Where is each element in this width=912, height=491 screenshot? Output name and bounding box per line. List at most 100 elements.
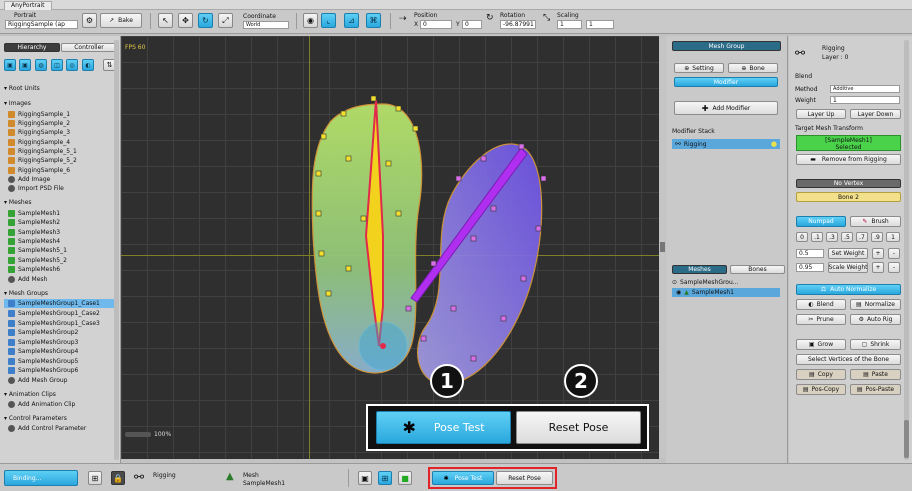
add-image-item[interactable]: Add Image [8, 175, 50, 184]
list-item[interactable]: SampleMesh6 [8, 265, 60, 274]
reset-pose-button[interactable]: Reset Pose [496, 471, 553, 485]
view-toggle-icon-1[interactable]: ▣ [358, 471, 372, 485]
tab-bones[interactable]: Bones [730, 265, 785, 274]
select-vertices-button[interactable]: Select Vertices of the Bone [796, 354, 901, 365]
zoom-slider[interactable] [125, 432, 151, 437]
filter-icon-1[interactable]: ▣ [4, 59, 16, 71]
list-item[interactable]: SampleMeshGroup1_Case3 [8, 319, 100, 328]
bone-button[interactable]: ⊕ Bone [728, 63, 778, 73]
select-tool-icon[interactable]: ↖ [158, 13, 173, 28]
position-y-field[interactable]: 0 [462, 20, 482, 29]
list-item[interactable]: RiggingSample_5_2 [8, 156, 77, 165]
list-item[interactable]: SampleMesh4 [8, 237, 60, 246]
prune-button[interactable]: ✂ Prune [796, 314, 846, 325]
mesh-tree-root[interactable]: ⊙ SampleMeshGrou... [672, 279, 739, 286]
control-params-header[interactable]: ▾ Control Parameters [4, 415, 67, 422]
portrait-selector[interactable]: RiggingSample (ap [5, 20, 78, 29]
inspector-scrollbar[interactable] [904, 40, 909, 460]
rotate-tool-icon[interactable]: ↻ [198, 13, 213, 28]
filter-icon-2[interactable]: ▣ [19, 59, 31, 71]
add-modifier-button[interactable]: ✚ Add Modifier [674, 101, 778, 115]
settings-gear-icon[interactable]: ⚙ [82, 13, 97, 28]
method-dropdown[interactable]: Additive [830, 85, 900, 93]
blend-button[interactable]: ◐ Blend [796, 299, 846, 310]
weight-minus-button[interactable]: - [888, 248, 900, 259]
list-item[interactable]: SampleMeshGroup1_Case1 [8, 299, 100, 308]
list-item[interactable]: RiggingSample_6 [8, 166, 70, 175]
mesh-groups-header[interactable]: ▾ Mesh Groups [4, 290, 48, 297]
list-item[interactable]: RiggingSample_1 [8, 110, 70, 119]
animation-clips-header[interactable]: ▾ Animation Clips [4, 391, 56, 398]
list-item[interactable]: SampleMeshGroup6 [8, 366, 78, 375]
brush-button[interactable]: ✎ Brush [850, 216, 901, 227]
add-control-param-item[interactable]: Add Control Parameter [8, 424, 86, 433]
images-header[interactable]: ▾ Images [4, 100, 31, 107]
lock-icon[interactable]: 🔒 [111, 471, 125, 485]
rotation-field[interactable]: -96.87991 [500, 20, 536, 29]
shrink-button[interactable]: ▢ Shrink [850, 339, 901, 350]
import-psd-item[interactable]: Import PSD File [8, 184, 64, 193]
scale-tool-icon[interactable]: ⤢ [218, 13, 233, 28]
add-mesh-group-item[interactable]: Add Mesh Group [8, 376, 68, 385]
bind-toggle-icon[interactable]: ⊞ [88, 471, 102, 485]
num-button-9[interactable]: .9 [871, 232, 883, 242]
tab-controller[interactable]: Controller [61, 43, 117, 52]
weight-field[interactable]: 1 [830, 96, 900, 104]
filter-icon-4[interactable]: ◫ [51, 59, 63, 71]
pose-test-button[interactable]: ✱ Pose Test [432, 471, 494, 485]
num-button-10[interactable]: 1 [886, 232, 900, 242]
scale-y-field[interactable]: 1 [586, 20, 614, 29]
layer-down-button[interactable]: Layer Down [850, 109, 901, 119]
scale-plus-button[interactable]: + [872, 262, 884, 273]
scale-weight-field[interactable]: 0.95 [796, 263, 824, 272]
modifier-stack-item[interactable]: ⚯ Rigging ● [672, 139, 780, 149]
num-button-7[interactable]: .7 [856, 232, 868, 242]
tab-meshes[interactable]: Meshes [672, 265, 727, 274]
reset-pose-button-large[interactable]: Reset Pose [516, 411, 641, 444]
list-item[interactable]: SampleMesh2 [8, 218, 60, 227]
list-item[interactable]: RiggingSample_4 [8, 138, 70, 147]
meshes-header[interactable]: ▾ Meshes [4, 199, 32, 206]
list-item[interactable]: SampleMesh1 [8, 209, 60, 218]
auto-normalize-button[interactable]: ⚖ Auto Normalize [796, 284, 901, 295]
root-units-header[interactable]: ▾ Root Units [4, 85, 40, 92]
visibility-bulb-icon[interactable]: ● [771, 140, 777, 148]
list-item[interactable]: SampleMesh3 [8, 228, 60, 237]
binding-button[interactable]: Binding... [4, 470, 78, 486]
remove-from-rigging-button[interactable]: ▬ Remove from Rigging [796, 154, 901, 165]
list-item[interactable]: SampleMeshGroup1_Case2 [8, 309, 100, 318]
list-item[interactable]: RiggingSample_3 [8, 128, 70, 137]
mesh-tree-child[interactable]: ◉ ▲ SampleMesh1 [672, 288, 780, 297]
add-mesh-item[interactable]: Add Mesh [8, 275, 47, 284]
pos-copy-button[interactable]: ▤ Pos-Copy [796, 384, 846, 395]
eye-icon[interactable]: ◉ [676, 289, 681, 296]
filter-icon-6[interactable]: ◐ [82, 59, 94, 71]
num-button-3[interactable]: .3 [826, 232, 838, 242]
layer-up-button[interactable]: Layer Up [796, 109, 846, 119]
grow-button[interactable]: ▣ Grow [796, 339, 846, 350]
scale-minus-button[interactable]: - [888, 262, 900, 273]
num-button-0[interactable]: 0 [796, 232, 808, 242]
list-item[interactable]: SampleMesh5_2 [8, 256, 67, 265]
modifier-button[interactable]: Modifier [674, 77, 778, 87]
viewport-scroll-thumb[interactable] [660, 242, 665, 252]
tab-hierarchy[interactable]: Hierarchy [4, 43, 60, 52]
list-item[interactable]: RiggingSample_5_1 [8, 147, 77, 156]
add-animation-clip-item[interactable]: Add Animation Clip [8, 400, 75, 409]
num-button-1[interactable]: .1 [811, 232, 823, 242]
bake-button[interactable]: ↗ Bake [100, 13, 142, 28]
setting-button[interactable]: ⊕ Setting [674, 63, 724, 73]
numpad-button[interactable]: Numpad [796, 216, 846, 227]
paste-button[interactable]: ▤ Paste [850, 369, 901, 380]
set-weight-field[interactable]: 0.5 [796, 249, 824, 258]
list-item[interactable]: SampleMeshGroup4 [8, 347, 78, 356]
filter-icon-5[interactable]: ◎ [66, 59, 78, 71]
list-item[interactable]: SampleMeshGroup3 [8, 338, 78, 347]
list-item[interactable]: SampleMeshGroup2 [8, 328, 78, 337]
pose-test-button-large[interactable]: ✱ Pose Test [376, 411, 511, 444]
coordinate-dropdown[interactable]: World [243, 21, 289, 29]
weight-plus-button[interactable]: + [872, 248, 884, 259]
position-x-field[interactable]: 0 [420, 20, 452, 29]
pos-paste-button[interactable]: ▤ Pos-Paste [850, 384, 901, 395]
scale-x-field[interactable]: 1 [557, 20, 582, 29]
